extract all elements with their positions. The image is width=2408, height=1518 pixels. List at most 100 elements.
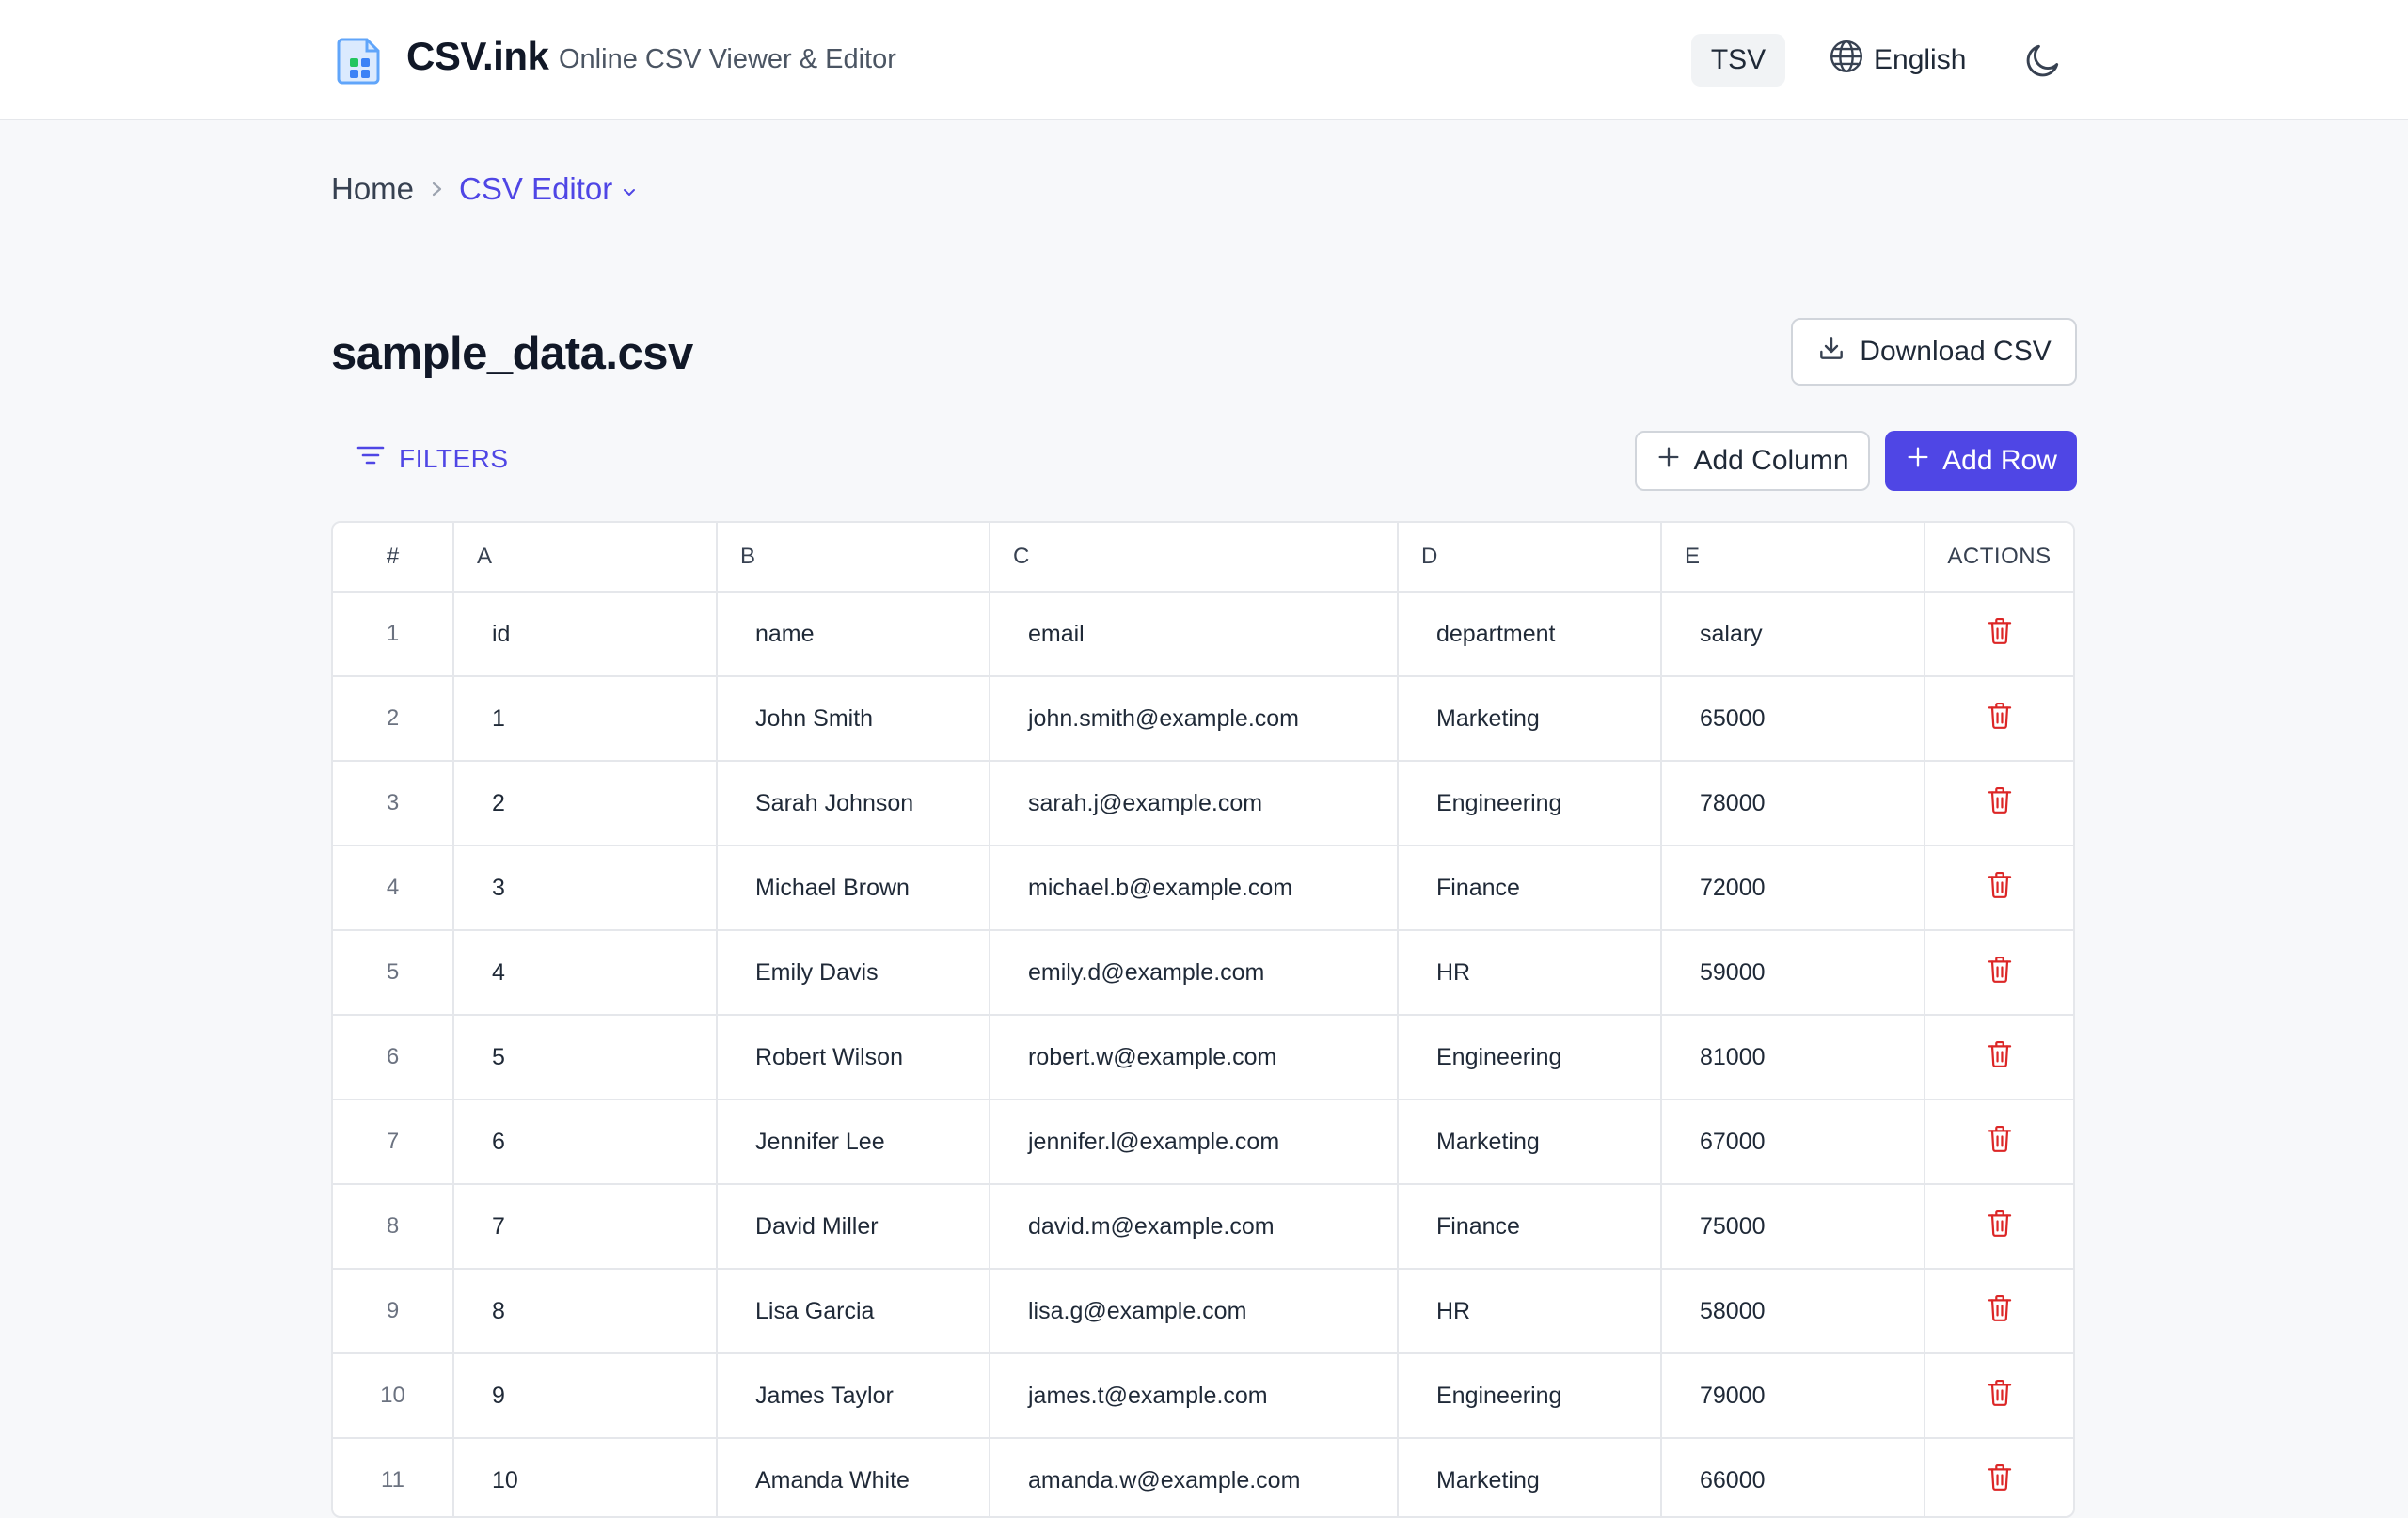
add-row-label: Add Row (1942, 445, 2057, 476)
breadcrumb-current-dropdown[interactable]: CSV Editor (459, 171, 637, 207)
delete-row-trash-icon[interactable] (1986, 701, 2014, 737)
cell-c[interactable]: jennifer.l@example.com (990, 1099, 1399, 1185)
dark-mode-toggle-icon[interactable] (2022, 40, 2064, 81)
language-selector[interactable]: English (1829, 34, 1966, 87)
cell-c[interactable]: sarah.j@example.com (990, 761, 1399, 846)
cell-e[interactable]: 78000 (1661, 761, 1925, 846)
brand-name[interactable]: CSV.ink (406, 34, 549, 79)
add-column-button[interactable]: Add Column (1635, 431, 1870, 491)
column-header-b[interactable]: B (717, 523, 990, 593)
cell-e[interactable]: salary (1661, 592, 1925, 677)
table-row: 10 9 James Taylor james.t@example.com Engine… (333, 1353, 2073, 1439)
column-header-c[interactable]: C (990, 523, 1399, 593)
delete-row-trash-icon[interactable] (1986, 955, 2014, 991)
cell-a[interactable]: 7 (453, 1184, 718, 1270)
add-column-label: Add Column (1693, 445, 1849, 476)
cell-d[interactable]: Marketing (1398, 1099, 1662, 1185)
add-row-button[interactable]: Add Row (1885, 431, 2077, 491)
filters-button[interactable]: FILTERS (356, 442, 509, 475)
cell-e[interactable]: 65000 (1661, 676, 1925, 762)
cell-a[interactable]: 6 (453, 1099, 718, 1185)
delete-row-trash-icon[interactable] (1986, 1209, 2014, 1245)
cell-c[interactable]: email (990, 592, 1399, 677)
cell-a[interactable]: 3 (453, 846, 718, 931)
cell-d[interactable]: department (1398, 592, 1662, 677)
delete-row-trash-icon[interactable] (1986, 785, 2014, 822)
row-actions (1925, 930, 2073, 1016)
table-row: 11 10 Amanda White amanda.w@example.com Mark… (333, 1438, 2073, 1516)
cell-d[interactable]: Marketing (1398, 1438, 1662, 1516)
cell-e[interactable]: 81000 (1661, 1015, 1925, 1100)
download-csv-button[interactable]: Download CSV (1791, 318, 2077, 386)
cell-e[interactable]: 67000 (1661, 1099, 1925, 1185)
row-actions (1925, 846, 2073, 931)
cell-e[interactable]: 79000 (1661, 1353, 1925, 1439)
cell-c[interactable]: david.m@example.com (990, 1184, 1399, 1270)
column-header-a[interactable]: A (453, 523, 718, 593)
cell-d[interactable]: Finance (1398, 1184, 1662, 1270)
cell-e[interactable]: 58000 (1661, 1269, 1925, 1354)
tsv-label: TSV (1710, 44, 1766, 75)
language-label: English (1874, 44, 1967, 75)
delete-row-trash-icon[interactable] (1986, 1463, 2014, 1499)
cell-b[interactable]: Jennifer Lee (717, 1099, 990, 1185)
column-header-e[interactable]: E (1661, 523, 1925, 593)
cell-e[interactable]: 59000 (1661, 930, 1925, 1016)
cell-a[interactable]: 2 (453, 761, 718, 846)
cell-a[interactable]: 9 (453, 1353, 718, 1439)
cell-c[interactable]: lisa.g@example.com (990, 1269, 1399, 1354)
brand-tagline: Online CSV Viewer & Editor (559, 44, 896, 74)
cell-e[interactable]: 72000 (1661, 846, 1925, 931)
row-number: 1 (333, 592, 454, 677)
cell-a[interactable]: 8 (453, 1269, 718, 1354)
cell-d[interactable]: Engineering (1398, 761, 1662, 846)
cell-b[interactable]: Robert Wilson (717, 1015, 990, 1100)
cell-c[interactable]: amanda.w@example.com (990, 1438, 1399, 1516)
cell-d[interactable]: Engineering (1398, 1353, 1662, 1439)
cell-b[interactable]: Amanda White (717, 1438, 990, 1516)
cell-a[interactable]: 4 (453, 930, 718, 1016)
cell-b[interactable]: Michael Brown (717, 846, 990, 931)
cell-c[interactable]: john.smith@example.com (990, 676, 1399, 762)
row-actions (1925, 1184, 2073, 1270)
cell-b[interactable]: David Miller (717, 1184, 990, 1270)
app-logo-icon[interactable] (337, 36, 384, 85)
tsv-toggle-button[interactable]: TSV (1691, 34, 1785, 87)
cell-c[interactable]: emily.d@example.com (990, 930, 1399, 1016)
cell-b[interactable]: Emily Davis (717, 930, 990, 1016)
table-row: 5 4 Emily Davis emily.d@example.com HR 59000 (333, 930, 2073, 1016)
breadcrumb-current-label: CSV Editor (459, 171, 613, 206)
cell-d[interactable]: Marketing (1398, 676, 1662, 762)
delete-row-trash-icon[interactable] (1986, 1039, 2014, 1076)
cell-d[interactable]: Finance (1398, 846, 1662, 931)
plus-icon (1905, 444, 1931, 478)
column-header-d[interactable]: D (1398, 523, 1662, 593)
cell-c[interactable]: robert.w@example.com (990, 1015, 1399, 1100)
cell-b[interactable]: Lisa Garcia (717, 1269, 990, 1354)
cell-c[interactable]: michael.b@example.com (990, 846, 1399, 931)
table-header-row: # A B C D E ACTIONS (333, 523, 2073, 593)
cell-b[interactable]: Sarah Johnson (717, 761, 990, 846)
cell-d[interactable]: Engineering (1398, 1015, 1662, 1100)
delete-row-trash-icon[interactable] (1986, 1124, 2014, 1161)
delete-row-trash-icon[interactable] (1986, 1293, 2014, 1330)
cell-d[interactable]: HR (1398, 1269, 1662, 1354)
breadcrumb-home-link[interactable]: Home (331, 171, 414, 207)
cell-a[interactable]: id (453, 592, 718, 677)
cell-b[interactable]: name (717, 592, 990, 677)
row-actions (1925, 1015, 2073, 1100)
cell-a[interactable]: 5 (453, 1015, 718, 1100)
cell-b[interactable]: John Smith (717, 676, 990, 762)
row-number: 9 (333, 1269, 454, 1354)
cell-b[interactable]: James Taylor (717, 1353, 990, 1439)
cell-a[interactable]: 10 (453, 1438, 718, 1516)
delete-row-trash-icon[interactable] (1986, 870, 2014, 907)
filter-icon (356, 442, 386, 475)
delete-row-trash-icon[interactable] (1986, 616, 2014, 653)
cell-e[interactable]: 75000 (1661, 1184, 1925, 1270)
cell-c[interactable]: james.t@example.com (990, 1353, 1399, 1439)
cell-e[interactable]: 66000 (1661, 1438, 1925, 1516)
delete-row-trash-icon[interactable] (1986, 1378, 2014, 1415)
cell-a[interactable]: 1 (453, 676, 718, 762)
cell-d[interactable]: HR (1398, 930, 1662, 1016)
